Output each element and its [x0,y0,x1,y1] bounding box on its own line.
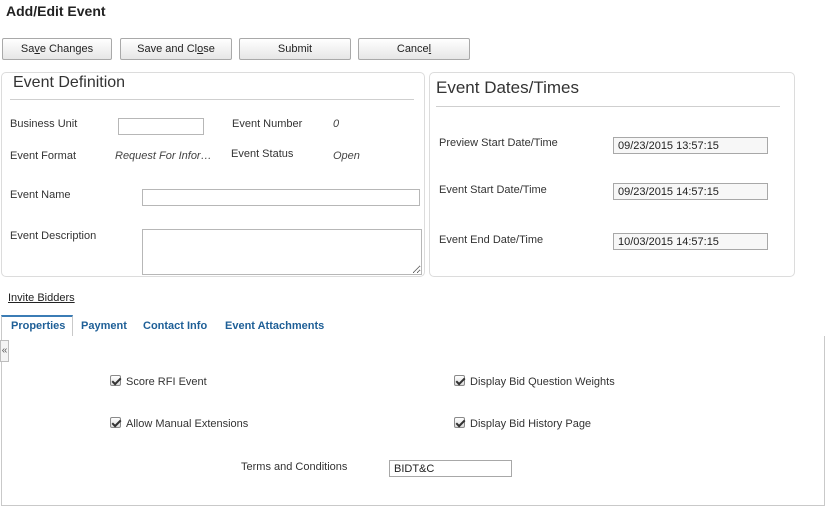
event-dates-panel: Event Dates/Times Preview Start Date/Tim… [429,72,795,277]
tab-contact-info[interactable]: Contact Info [134,315,216,337]
display-bid-history-page-label: Display Bid History Page [470,418,592,430]
preview-start-input[interactable] [613,137,768,154]
properties-tab-panel: Score RFI Event Display Bid Question Wei… [1,336,825,506]
save-close-pre: Save and Cl [137,43,198,55]
invite-bidders-link[interactable]: Invite Bidders [8,292,75,304]
tab-event-attachments[interactable]: Event Attachments [216,315,333,337]
event-status-value: Open [333,150,360,162]
display-bid-question-weights-checkbox[interactable] [454,375,465,386]
event-description-label: Event Description [10,230,97,242]
save-changes-button[interactable]: Save Changes [2,38,112,60]
event-dates-divider [436,106,780,107]
event-start-label: Event Start Date/Time [439,184,547,196]
submit-button[interactable]: Submit [239,38,351,60]
event-definition-title: Event Definition [13,74,126,91]
save-changes-post: e Changes [39,43,94,55]
event-start-input[interactable] [613,183,768,200]
tab-properties[interactable]: Properties [1,315,73,337]
business-unit-input[interactable] [118,118,204,135]
cancel-pre: Cance [396,43,429,55]
save-close-post: se [203,43,215,55]
event-number-value: 0 [333,118,340,130]
business-unit-label: Business Unit [10,118,78,130]
preview-start-label: Preview Start Date/Time [439,137,558,149]
save-and-close-button[interactable]: Save and Close [120,38,232,60]
event-description-textarea[interactable] [142,229,422,275]
event-end-input[interactable] [613,233,768,250]
allow-manual-extensions-label: Allow Manual Extensions [126,418,249,430]
event-definition-panel: Event Definition Business Unit Event Num… [1,72,425,277]
event-format-label: Event Format [10,150,77,162]
allow-manual-extensions-checkbox[interactable] [110,417,121,428]
event-status-label: Event Status [231,148,294,160]
display-bid-history-page-checkbox[interactable] [454,417,465,428]
event-definition-divider [10,99,414,100]
score-rfi-checkbox[interactable] [110,375,121,386]
display-bid-question-weights-label: Display Bid Question Weights [470,376,615,388]
tab-payment[interactable]: Payment [72,315,136,337]
event-name-label: Event Name [10,189,71,201]
event-name-input[interactable] [142,189,420,206]
collapse-panel-icon[interactable]: « [0,340,9,362]
event-format-value: Request For Infor… [115,150,212,162]
event-dates-title: Event Dates/Times [436,78,579,97]
cancel-button[interactable]: Cancel [358,38,470,60]
event-end-label: Event End Date/Time [439,234,544,246]
terms-and-conditions-input[interactable] [389,460,512,477]
save-changes-pre: Sa [20,43,35,55]
event-number-label: Event Number [232,118,303,130]
score-rfi-label: Score RFI Event [126,376,207,388]
page-title: Add/Edit Event [6,3,106,19]
tab-bar: Properties Payment Contact Info Event At… [0,315,826,337]
cancel-accesskey: l [428,43,432,55]
terms-and-conditions-label: Terms and Conditions [241,461,348,473]
